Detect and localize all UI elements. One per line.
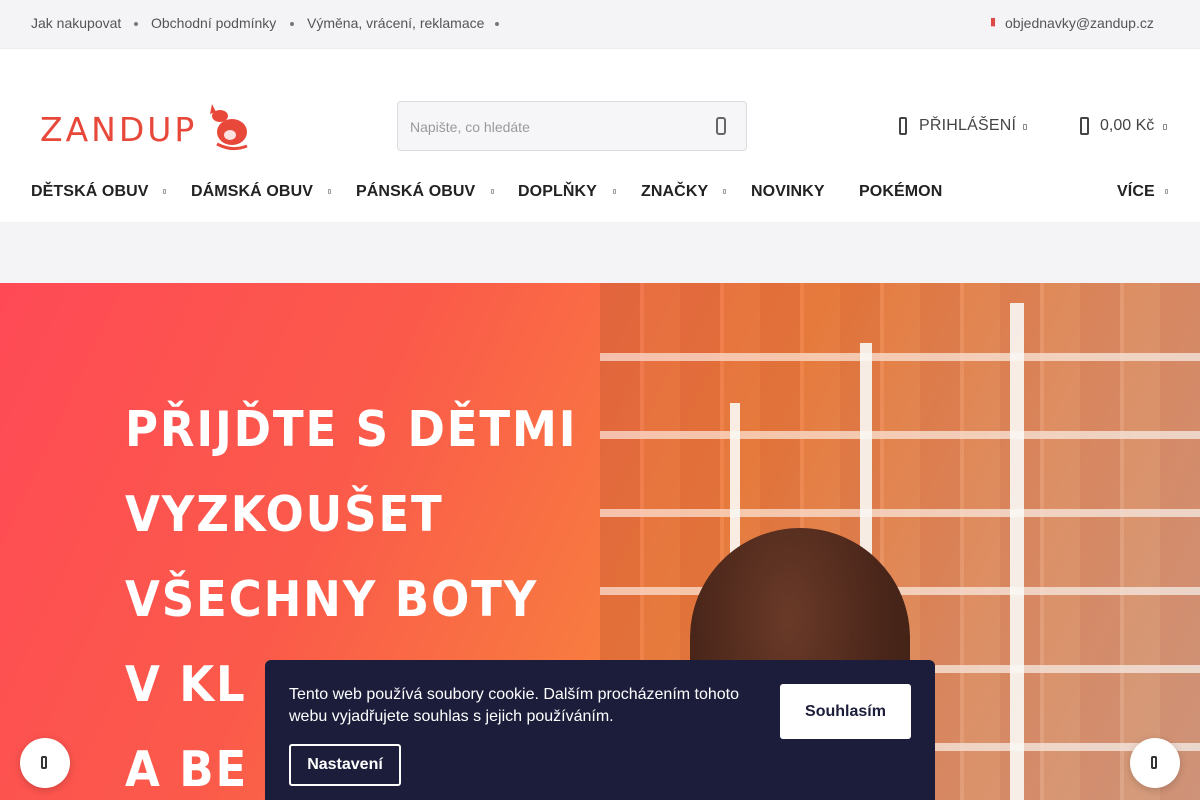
chevron-down-icon[interactable]: [491, 189, 494, 194]
shelf-post: [1010, 303, 1024, 800]
chevron-down-icon[interactable]: [328, 189, 331, 194]
hero-headline-line: VYZKOUŠET: [125, 486, 444, 543]
carousel-prev-button[interactable]: [20, 738, 70, 788]
nav-new-arrivals[interactable]: NOVINKY: [751, 183, 825, 201]
search-box[interactable]: [397, 101, 747, 151]
arrow-right-icon: [1151, 756, 1157, 769]
link-terms[interactable]: Obchodní podmínky: [151, 15, 276, 31]
chevron-down-icon[interactable]: [1023, 124, 1027, 130]
nav-kids-shoes[interactable]: DĚTSKÁ OBUV: [31, 183, 149, 201]
carousel-next-button[interactable]: [1130, 738, 1180, 788]
logo-text: ZANDUP: [40, 110, 198, 149]
nav-pokemon[interactable]: POKÉMON: [859, 183, 942, 201]
chevron-down-icon[interactable]: [163, 189, 166, 194]
chevron-down-icon[interactable]: [723, 189, 726, 194]
hero-headline-line: A BE: [125, 741, 249, 798]
header-spacer-band: [0, 222, 1200, 283]
cookie-message: Tento web používá soubory cookie. Dalším…: [289, 686, 740, 725]
search-icon[interactable]: [716, 117, 726, 135]
hero-headline-line: VŠECHNY BOTY: [125, 571, 539, 628]
arrow-left-icon: [41, 756, 47, 769]
separator-dot: [290, 22, 294, 26]
nav-brands[interactable]: ZNAČKY: [641, 183, 708, 201]
hero-headline-line: PŘIJĎTE S DĚTMI: [125, 401, 578, 458]
chevron-down-icon[interactable]: [1165, 189, 1168, 194]
link-returns[interactable]: Výměna, vrácení, reklamace: [307, 15, 484, 31]
top-utility-bar: Jak nakupovat Obchodní podmínky Výměna, …: [0, 0, 1200, 49]
separator-dot: [495, 22, 499, 26]
nav-accessories[interactable]: DOPLŇKY: [518, 183, 597, 201]
cookie-agree-button[interactable]: Souhlasím: [780, 684, 911, 739]
chevron-down-icon[interactable]: [1163, 124, 1167, 130]
hero-headline-line: V KL: [125, 656, 247, 713]
nav-mens-shoes[interactable]: PÁNSKÁ OBUV: [356, 183, 475, 201]
kangaroo-logo-icon: [210, 104, 248, 151]
cookie-settings-button[interactable]: Nastavení: [289, 744, 401, 786]
search-input[interactable]: [410, 116, 700, 138]
login-link[interactable]: PŘIHLÁŠENÍ: [919, 117, 1016, 135]
cart-icon[interactable]: [1080, 117, 1089, 135]
nav-womens-shoes[interactable]: DÁMSKÁ OBUV: [191, 183, 313, 201]
link-how-to-shop[interactable]: Jak nakupovat: [31, 15, 121, 31]
nav-more[interactable]: VÍCE: [1117, 183, 1155, 201]
site-logo[interactable]: ZANDUP: [40, 102, 252, 154]
cookie-consent-banner: Tento web používá soubory cookie. Dalším…: [265, 660, 935, 800]
contact-email-link[interactable]: objednavky@zandup.cz: [1005, 15, 1154, 31]
user-icon[interactable]: [899, 117, 907, 135]
envelope-icon: ▮: [990, 16, 997, 28]
chevron-down-icon[interactable]: [613, 189, 616, 194]
separator-dot: [134, 22, 138, 26]
cart-total[interactable]: 0,00 Kč: [1100, 117, 1154, 135]
